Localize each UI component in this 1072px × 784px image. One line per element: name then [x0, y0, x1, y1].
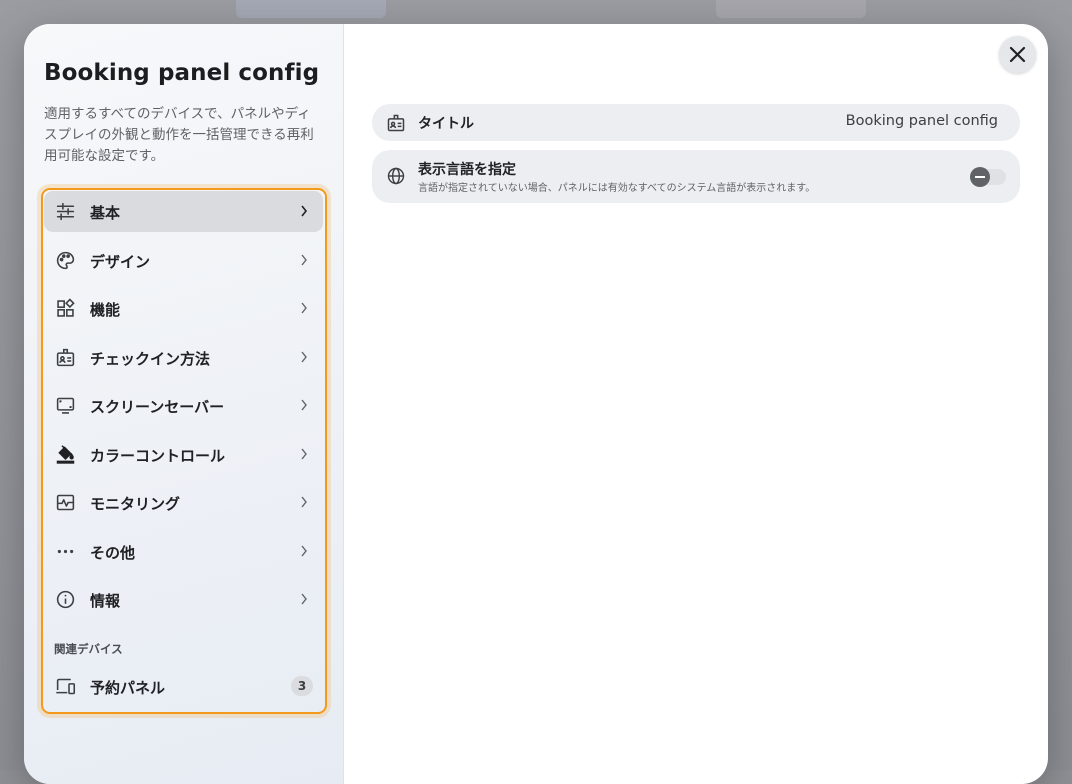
background-tab: [236, 0, 386, 18]
language-toggle[interactable]: [970, 167, 1006, 187]
widgets-icon: [57, 298, 75, 317]
chevron-right-icon: [301, 496, 307, 508]
nav-label: スクリーンセーバー: [90, 398, 225, 416]
language-label: 表示言語を指定: [418, 162, 516, 178]
close-button[interactable]: [999, 36, 1036, 73]
nav-item-design[interactable]: デザイン: [44, 240, 323, 281]
nav-item-color-control[interactable]: カラーコントロール: [44, 434, 323, 475]
nav-label: 予約パネル: [90, 679, 166, 697]
chevron-right-icon: [301, 545, 307, 557]
sidebar: Booking panel config 適用するすべてのデバイスで、パネルやデ…: [24, 24, 344, 784]
chevron-right-icon: [301, 593, 307, 605]
chevron-right-icon: [301, 399, 307, 411]
sidebar-title: Booking panel config: [44, 60, 320, 86]
nav-label: チェックイン方法: [90, 350, 211, 368]
sidebar-description: 適用するすべてのデバイスで、パネルやディスプレイの外観と動作を一括管理できる再利…: [44, 106, 314, 164]
nav-item-info[interactable]: 情報: [44, 579, 323, 620]
badge-icon: [387, 114, 405, 132]
monitor-icon: [56, 397, 75, 414]
badge-icon: [56, 348, 75, 367]
nav-label: 機能: [90, 301, 121, 319]
title-value: Booking panel config: [845, 113, 998, 129]
pulse-monitor-icon: [56, 494, 75, 511]
chevron-right-icon: [301, 205, 308, 217]
nav-label: その他: [90, 544, 136, 562]
nav-item-monitoring[interactable]: モニタリング: [44, 482, 323, 523]
nav-label: カラーコントロール: [90, 447, 226, 465]
chevron-right-icon: [301, 302, 307, 314]
title-setting-row[interactable]: タイトル Booking panel config: [372, 104, 1020, 141]
info-icon: [56, 590, 75, 609]
chevron-right-icon: [301, 254, 307, 266]
nav-item-screensaver[interactable]: スクリーンセーバー: [44, 385, 323, 426]
chevron-right-icon: [301, 448, 307, 460]
nav-label: モニタリング: [90, 495, 181, 513]
count-badge: 3: [291, 676, 313, 696]
language-description: 言語が指定されていない場合、パネルには有効なすべてのシステム言語が表示されます。: [418, 183, 816, 194]
section-title-related-devices: 関連デバイス: [54, 642, 123, 656]
nav-label: デザイン: [90, 253, 151, 271]
sliders-icon: [56, 202, 75, 221]
chevron-right-icon: [301, 351, 307, 363]
paint-bucket-icon: [56, 445, 75, 464]
close-icon: [1009, 46, 1026, 63]
palette-icon: [56, 251, 75, 270]
config-modal: Booking panel config 適用するすべてのデバイスで、パネルやデ…: [24, 24, 1048, 784]
toggle-knob: [970, 167, 990, 187]
nav-item-basic[interactable]: 基本: [44, 191, 323, 232]
title-label: タイトル: [418, 116, 474, 132]
nav-item-others[interactable]: その他: [44, 531, 323, 572]
more-dots-icon: [57, 549, 74, 554]
nav-item-checkin[interactable]: チェックイン方法: [44, 337, 323, 378]
nav-label: 情報: [90, 592, 121, 610]
nav-item-booking-panels[interactable]: 予約パネル 3: [44, 666, 323, 707]
language-setting-row: 表示言語を指定 言語が指定されていない場合、パネルには有効なすべてのシステム言語…: [372, 150, 1020, 203]
globe-icon: [387, 167, 405, 185]
nav-item-features[interactable]: 機能: [44, 288, 323, 329]
devices-icon: [56, 678, 76, 695]
nav-label: 基本: [90, 204, 121, 222]
background-tab: [716, 0, 866, 18]
